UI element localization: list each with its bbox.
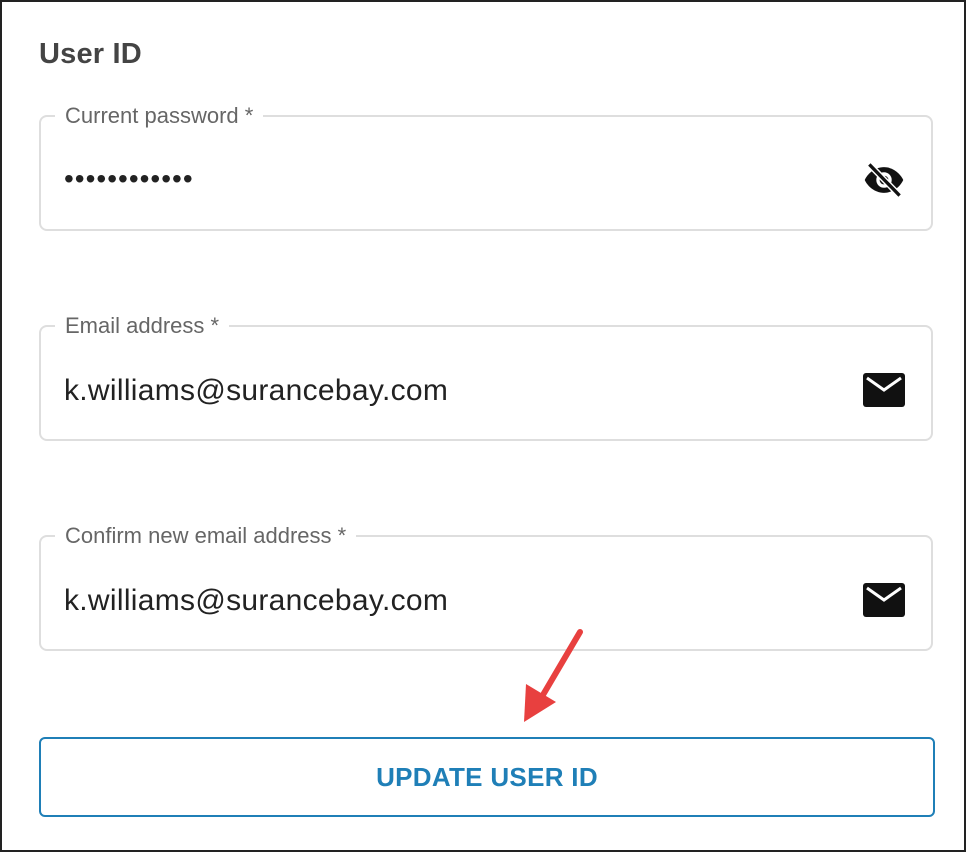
current-password-label: Current password *: [55, 101, 264, 131]
confirm-email-field[interactable]: Confirm new email address * k.williams@s…: [39, 521, 933, 651]
eye-off-icon[interactable]: [861, 157, 907, 203]
update-user-id-button[interactable]: UPDATE USER ID: [39, 737, 935, 817]
section-title: User ID: [39, 38, 142, 70]
mail-icon: [861, 577, 907, 623]
annotation-arrow-icon: [524, 629, 583, 722]
mail-icon: [861, 367, 907, 413]
current-password-input[interactable]: ••••••••••••: [64, 159, 194, 199]
user-id-panel: User ID Current password * •••••••••••• …: [0, 0, 966, 852]
current-password-field[interactable]: Current password * ••••••••••••: [39, 101, 933, 231]
email-field[interactable]: Email address * k.williams@surancebay.co…: [39, 311, 933, 441]
confirm-email-input[interactable]: k.williams@surancebay.com: [64, 581, 448, 621]
email-label: Email address *: [55, 311, 230, 341]
confirm-email-label: Confirm new email address *: [55, 521, 357, 551]
email-input[interactable]: k.williams@surancebay.com: [64, 371, 448, 411]
